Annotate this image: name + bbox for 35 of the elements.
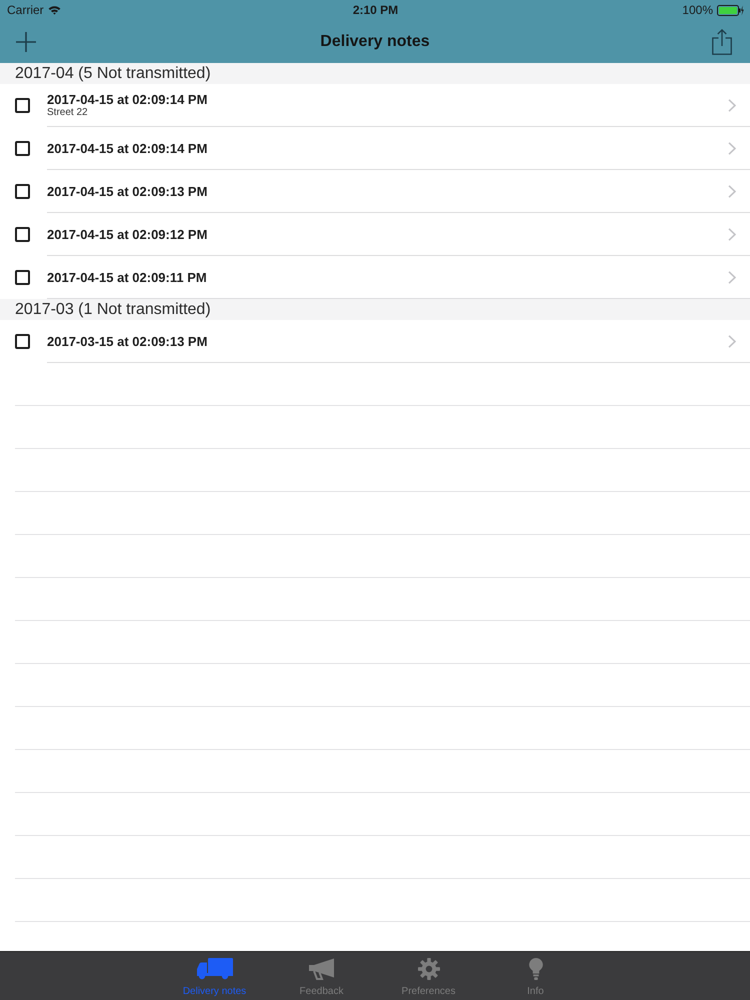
lightbulb-icon: [528, 958, 542, 980]
chevron-icon: [728, 185, 736, 198]
checkbox[interactable]: [15, 184, 30, 199]
chevron-icon: [728, 335, 736, 348]
chevron-icon: [728, 228, 736, 241]
megaphone-icon: [308, 958, 334, 980]
checkbox[interactable]: [15, 334, 30, 349]
share-icon: [712, 28, 732, 54]
note-title: 2017-04-15 at 02:09:13 PM: [47, 184, 208, 199]
checkbox[interactable]: [15, 98, 30, 113]
add-button[interactable]: [16, 32, 36, 52]
plus-icon: [16, 32, 36, 52]
battery-percent: 100%: [682, 2, 713, 19]
note-title: 2017-04-15 at 02:09:14 PM: [47, 92, 208, 107]
truck-icon: [196, 958, 232, 980]
screen-title: Delivery notes: [320, 32, 430, 52]
share-button[interactable]: [712, 28, 732, 54]
note-subtitle: Street 22: [47, 107, 88, 119]
chevron-icon: [728, 271, 736, 284]
note-title: 2017-04-15 at 02:09:11 PM: [47, 270, 207, 285]
section-header: 2017-03 (1 Not transmitted): [0, 299, 750, 320]
battery-icon: [717, 4, 744, 16]
note-title: 2017-04-15 at 02:09:12 PM: [47, 227, 208, 242]
chevron-icon: [728, 142, 736, 155]
wifi-icon: [48, 5, 61, 15]
checkbox[interactable]: [15, 270, 30, 285]
note-title: 2017-03-15 at 02:09:13 PM: [47, 334, 208, 349]
note-title: 2017-04-15 at 02:09:14 PM: [47, 141, 208, 156]
carrier-label: Carrier: [7, 2, 44, 19]
checkbox[interactable]: [15, 141, 30, 156]
time-label: 2:10 PM: [352, 2, 398, 19]
gear-icon: [418, 958, 440, 980]
checkbox[interactable]: [15, 227, 30, 242]
chevron-icon: [728, 99, 736, 112]
section-header: 2017-04 (5 Not transmitted): [0, 63, 750, 84]
